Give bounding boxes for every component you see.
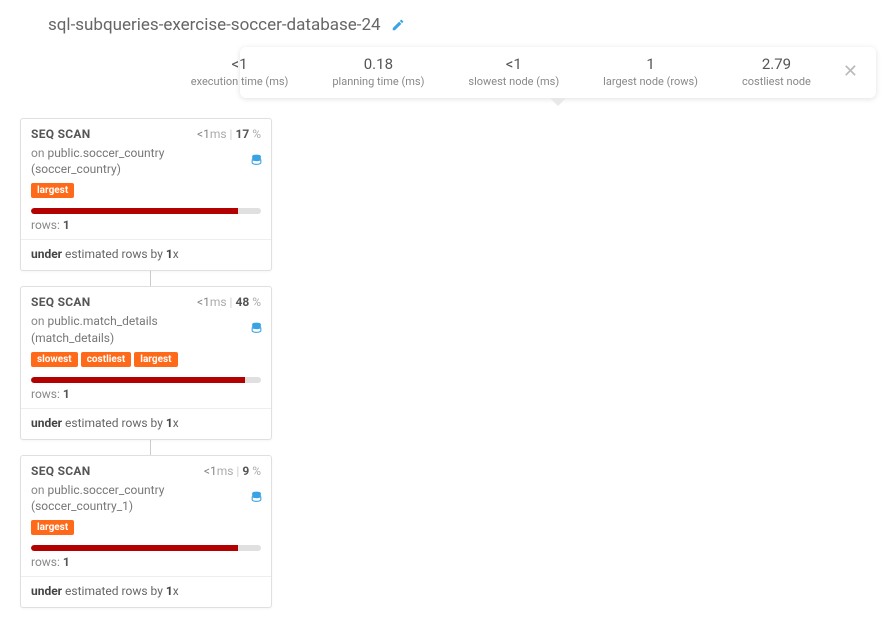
- node-estimate: under estimated rows by 1x: [31, 416, 261, 430]
- node-table: on public.soccer_country (soccer_country…: [31, 145, 261, 177]
- plan-nodes: SEQ SCAN <1ms | 17 % on public.soccer_coun…: [20, 118, 876, 608]
- stat-label: largest node (rows): [603, 75, 698, 88]
- stat-label: slowest node (ms): [468, 75, 559, 88]
- progress-bar: [31, 377, 261, 383]
- stat-value: 0.18: [332, 55, 424, 73]
- plan-node[interactable]: SEQ SCAN <1ms | 17 % on public.soccer_coun…: [20, 118, 272, 271]
- tag-costliest[interactable]: costliest: [81, 352, 132, 367]
- node-op: SEQ SCAN: [31, 295, 91, 309]
- tag-largest[interactable]: largest: [31, 520, 74, 535]
- tag-largest[interactable]: largest: [134, 352, 177, 367]
- plan-node[interactable]: SEQ SCAN <1ms | 48 % on public.match_detai…: [20, 286, 272, 439]
- database-icon: [250, 490, 263, 504]
- stat-value: <1: [191, 55, 289, 73]
- stat-slowest-node[interactable]: <1 slowest node (ms): [446, 55, 581, 88]
- stat-value: 2.79: [742, 55, 811, 73]
- node-connector: [150, 440, 151, 455]
- node-connector: [150, 271, 151, 286]
- node-tags: largest: [31, 183, 261, 198]
- page-title: sql-subqueries-exercise-soccer-database-…: [48, 15, 381, 35]
- node-estimate: under estimated rows by 1x: [31, 247, 261, 261]
- database-icon: [250, 321, 263, 335]
- node-table: on public.match_details (match_details): [31, 313, 261, 345]
- stat-value: 1: [603, 55, 698, 73]
- node-timing: <1ms | 48 %: [197, 295, 261, 309]
- node-timing: <1ms | 17 %: [197, 127, 261, 141]
- edit-icon[interactable]: [391, 18, 405, 32]
- node-estimate: under estimated rows by 1x: [31, 584, 261, 598]
- stat-value: <1: [468, 55, 559, 73]
- node-op: SEQ SCAN: [31, 464, 91, 478]
- node-table: on public.soccer_country (soccer_country…: [31, 482, 261, 514]
- node-op: SEQ SCAN: [31, 127, 91, 141]
- stat-label: planning time (ms): [332, 75, 424, 88]
- node-rows: rows: 1: [31, 555, 261, 569]
- stat-execution-time[interactable]: <1 execution time (ms): [169, 55, 311, 88]
- node-timing: <1ms | 9 %: [204, 464, 261, 478]
- close-icon[interactable]: ✕: [833, 61, 862, 82]
- progress-bar: [31, 545, 261, 551]
- node-rows: rows: 1: [31, 218, 261, 232]
- node-tags: largest: [31, 520, 261, 535]
- tag-slowest[interactable]: slowest: [31, 352, 78, 367]
- stats-bar: <1 execution time (ms) 0.18 planning tim…: [240, 47, 876, 98]
- stat-largest-node[interactable]: 1 largest node (rows): [581, 55, 720, 88]
- tag-largest[interactable]: largest: [31, 183, 74, 198]
- stat-planning-time[interactable]: 0.18 planning time (ms): [310, 55, 446, 88]
- stat-costliest-node[interactable]: 2.79 costliest node: [720, 55, 833, 88]
- stat-label: costliest node: [742, 75, 811, 88]
- node-tags: slowestcostliestlargest: [31, 352, 261, 367]
- title-row: sql-subqueries-exercise-soccer-database-…: [20, 15, 876, 47]
- progress-bar: [31, 208, 261, 214]
- plan-node[interactable]: SEQ SCAN <1ms | 9 % on public.soccer_count…: [20, 455, 272, 608]
- database-icon: [250, 153, 263, 167]
- node-rows: rows: 1: [31, 387, 261, 401]
- stat-label: execution time (ms): [191, 75, 289, 88]
